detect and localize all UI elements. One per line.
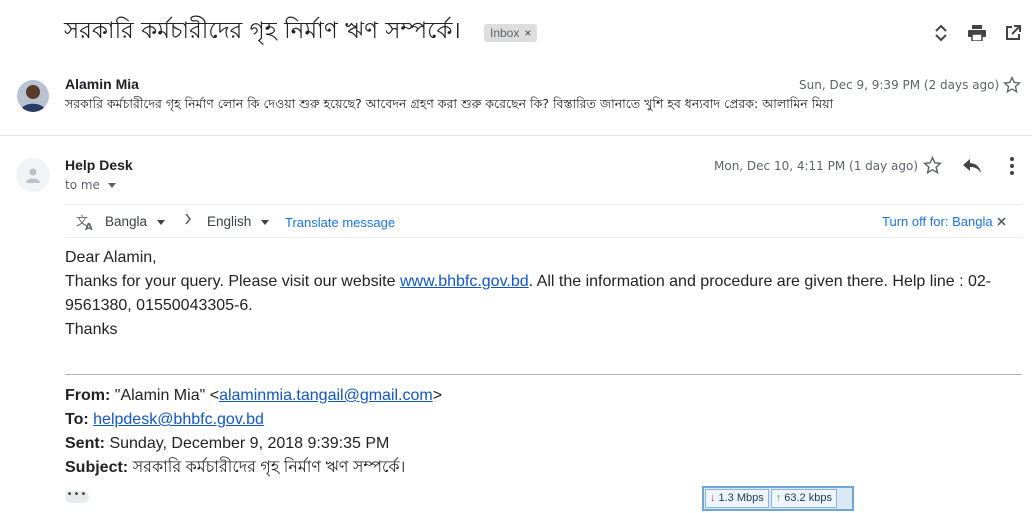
print-icon[interactable]: [966, 22, 988, 44]
message2-sender[interactable]: Help Desk: [65, 157, 133, 173]
target-language-select[interactable]: English: [207, 214, 270, 229]
to-label: To:: [65, 411, 89, 428]
quoted-to: To: helpdesk@bhbfc.gov.bd: [65, 408, 442, 432]
closing: Thanks: [65, 321, 118, 338]
quote-divider: [65, 374, 1022, 375]
turn-off-translation-link[interactable]: Turn off for: Bangla: [882, 214, 993, 229]
upload-arrow-icon: ↑: [775, 492, 782, 504]
thread-subject: সরকারি কর্মচারীদের গৃহ নির্মাণ ঋণ সম্পর্…: [64, 18, 461, 44]
translate-icon: 文 A: [76, 213, 95, 234]
from-name: "Alamin Mia" <: [110, 387, 220, 404]
upload-speed: ↑ 63.2 kbps: [770, 489, 837, 508]
message1-sender[interactable]: Alamin Mia: [65, 76, 139, 92]
network-speed-monitor: ↓ 1.3 Mbps ↑ 63.2 kbps: [702, 486, 854, 511]
inbox-label-chip[interactable]: Inbox ×: [484, 24, 538, 42]
svg-text:A: A: [85, 222, 93, 231]
download-speed: ↓ 1.3 Mbps: [705, 489, 769, 508]
website-link[interactable]: www.bhbfc.gov.bd: [400, 273, 529, 290]
star-icon[interactable]: [922, 155, 943, 179]
body-paragraph-continued: 9561380, 01550043305-6.: [65, 297, 253, 314]
label-chip-text: Inbox: [490, 26, 520, 40]
message1-date: Sun, Dec 9, 9:39 PM (2 days ago): [799, 78, 1000, 92]
from-email-link[interactable]: alaminmia.tangail@gmail.com: [219, 387, 433, 404]
greeting: Dear Alamin,: [65, 249, 157, 266]
message1-snippet: সরকারি কর্মচারীদের গৃহ নির্মাণ লোন কি দে…: [65, 96, 834, 111]
subject-value: সরকারি কর্মচারীদের গৃহ নির্মাণ ঋণ সম্পর্…: [128, 459, 406, 476]
message2-date: Mon, Dec 10, 4:11 PM (1 day ago): [714, 159, 919, 173]
to-email-link[interactable]: helpdesk@bhbfc.gov.bd: [93, 411, 264, 428]
download-arrow-icon: ↓: [710, 492, 716, 504]
quoted-from: From: "Alamin Mia" <alaminmia.tangail@gm…: [65, 384, 442, 408]
close-translate-bar-icon[interactable]: [997, 214, 1006, 229]
recipient-details[interactable]: to me: [65, 178, 116, 192]
reply-icon[interactable]: [962, 157, 982, 179]
expand-all-icon[interactable]: [930, 22, 952, 44]
quoted-sent: Sent: Sunday, December 9, 2018 9:39:35 P…: [65, 432, 442, 456]
translate-bar: 文 A Bangla English Translate message Tur…: [65, 204, 1022, 238]
open-in-new-window-icon[interactable]: [1002, 22, 1024, 44]
translate-message-link[interactable]: Translate message: [285, 215, 395, 230]
from-close: >: [432, 387, 443, 404]
dropdown-caret-icon: [261, 219, 270, 225]
body-paragraph: Thanks for your query. Please visit our …: [65, 270, 1005, 294]
body-text-part: . All the information and procedure are …: [528, 273, 992, 290]
show-trimmed-content-button[interactable]: •••: [65, 490, 89, 503]
remove-label-icon[interactable]: ×: [524, 26, 531, 40]
sent-value: Sunday, December 9, 2018 9:39:35 PM: [105, 435, 390, 452]
star-icon[interactable]: [1002, 75, 1022, 98]
upload-speed-value: 63.2 kbps: [784, 492, 832, 504]
quoted-subject: Subject: সরকারি কর্মচারীদের গৃহ নির্মাণ …: [65, 456, 442, 480]
chevron-right-icon: [184, 213, 192, 228]
subject-label: Subject:: [65, 459, 129, 476]
target-language-label: English: [207, 214, 252, 229]
sent-label: Sent:: [65, 435, 105, 452]
from-label: From:: [65, 387, 111, 404]
body-text-part: Thanks for your query. Please visit our …: [65, 273, 400, 290]
more-options-icon[interactable]: [1005, 156, 1019, 180]
dropdown-caret-icon: [156, 219, 165, 225]
download-speed-value: 1.3 Mbps: [718, 492, 764, 504]
default-avatar-icon: [16, 158, 50, 192]
chevron-down-icon[interactable]: [107, 183, 116, 188]
source-language-select[interactable]: Bangla: [105, 214, 165, 229]
source-language-label: Bangla: [105, 214, 148, 229]
sender-avatar: [17, 80, 49, 112]
recipient-line: to me: [65, 178, 100, 192]
quoted-headers: From: "Alamin Mia" <alaminmia.tangail@gm…: [65, 384, 442, 480]
thread-header: সরকারি কর্মচারীদের গৃহ নির্মাণ ঋণ সম্পর্…: [0, 0, 1032, 66]
message-body: Dear Alamin, Thanks for your query. Plea…: [65, 246, 1005, 342]
